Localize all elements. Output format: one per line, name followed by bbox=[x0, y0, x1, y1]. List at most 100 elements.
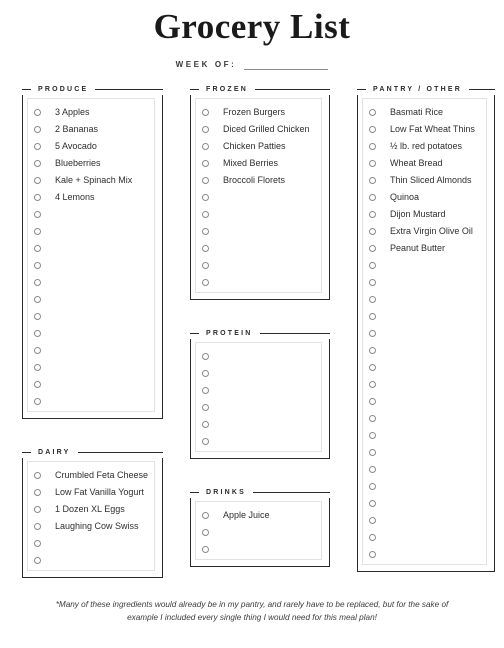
list-item[interactable]: 4 Lemons bbox=[23, 189, 162, 206]
list-item[interactable]: Peanut Butter bbox=[358, 240, 494, 257]
list-item[interactable]: Thin Sliced Almonds bbox=[358, 172, 494, 189]
checkbox-circle-icon[interactable] bbox=[34, 398, 41, 405]
checkbox-circle-icon[interactable] bbox=[369, 347, 376, 354]
checkbox-circle-icon[interactable] bbox=[34, 489, 41, 496]
checkbox-circle-icon[interactable] bbox=[369, 517, 376, 524]
checkbox-circle-icon[interactable] bbox=[369, 296, 376, 303]
list-item-blank[interactable] bbox=[23, 325, 162, 342]
checkbox-circle-icon[interactable] bbox=[369, 330, 376, 337]
list-item-blank[interactable] bbox=[23, 257, 162, 274]
checkbox-circle-icon[interactable] bbox=[202, 387, 209, 394]
checkbox-circle-icon[interactable] bbox=[34, 177, 41, 184]
list-item-blank[interactable] bbox=[23, 291, 162, 308]
checkbox-circle-icon[interactable] bbox=[202, 529, 209, 536]
list-item[interactable]: Chicken Patties bbox=[191, 138, 329, 155]
list-item-blank[interactable] bbox=[23, 552, 162, 569]
list-item-blank[interactable] bbox=[358, 393, 494, 410]
list-item-blank[interactable] bbox=[191, 524, 329, 541]
checkbox-circle-icon[interactable] bbox=[202, 177, 209, 184]
list-item-blank[interactable] bbox=[23, 308, 162, 325]
checkbox-circle-icon[interactable] bbox=[369, 177, 376, 184]
list-item[interactable]: ½ lb. red potatoes bbox=[358, 138, 494, 155]
checkbox-circle-icon[interactable] bbox=[369, 313, 376, 320]
list-item[interactable]: Basmati Rice bbox=[358, 104, 494, 121]
list-item-blank[interactable] bbox=[191, 382, 329, 399]
checkbox-circle-icon[interactable] bbox=[369, 398, 376, 405]
checkbox-circle-icon[interactable] bbox=[369, 500, 376, 507]
list-item-blank[interactable] bbox=[191, 433, 329, 450]
list-item[interactable]: Blueberries bbox=[23, 155, 162, 172]
list-item[interactable]: Apple Juice bbox=[191, 507, 329, 524]
list-item-blank[interactable] bbox=[23, 342, 162, 359]
checkbox-circle-icon[interactable] bbox=[202, 160, 209, 167]
checkbox-circle-icon[interactable] bbox=[202, 421, 209, 428]
checkbox-circle-icon[interactable] bbox=[369, 228, 376, 235]
checkbox-circle-icon[interactable] bbox=[369, 466, 376, 473]
list-item-blank[interactable] bbox=[358, 512, 494, 529]
checkbox-circle-icon[interactable] bbox=[202, 512, 209, 519]
checkbox-circle-icon[interactable] bbox=[369, 194, 376, 201]
checkbox-circle-icon[interactable] bbox=[369, 381, 376, 388]
list-item[interactable]: 5 Avocado bbox=[23, 138, 162, 155]
list-item[interactable]: Low Fat Wheat Thins bbox=[358, 121, 494, 138]
checkbox-circle-icon[interactable] bbox=[369, 143, 376, 150]
list-item-blank[interactable] bbox=[23, 223, 162, 240]
list-item[interactable]: 1 Dozen XL Eggs bbox=[23, 501, 162, 518]
checkbox-circle-icon[interactable] bbox=[34, 557, 41, 564]
list-item-blank[interactable] bbox=[191, 206, 329, 223]
checkbox-circle-icon[interactable] bbox=[34, 126, 41, 133]
checkbox-circle-icon[interactable] bbox=[202, 279, 209, 286]
list-item-blank[interactable] bbox=[358, 529, 494, 546]
checkbox-circle-icon[interactable] bbox=[34, 109, 41, 116]
checkbox-circle-icon[interactable] bbox=[34, 160, 41, 167]
checkbox-circle-icon[interactable] bbox=[34, 523, 41, 530]
list-item-blank[interactable] bbox=[23, 206, 162, 223]
list-item[interactable]: Kale + Spinach Mix bbox=[23, 172, 162, 189]
list-item-blank[interactable] bbox=[191, 240, 329, 257]
list-item[interactable]: Frozen Burgers bbox=[191, 104, 329, 121]
list-item[interactable]: Extra Virgin Olive Oil bbox=[358, 223, 494, 240]
checkbox-circle-icon[interactable] bbox=[202, 143, 209, 150]
checkbox-circle-icon[interactable] bbox=[369, 534, 376, 541]
checkbox-circle-icon[interactable] bbox=[34, 211, 41, 218]
checkbox-circle-icon[interactable] bbox=[34, 279, 41, 286]
list-item-blank[interactable] bbox=[358, 495, 494, 512]
checkbox-circle-icon[interactable] bbox=[202, 245, 209, 252]
checkbox-circle-icon[interactable] bbox=[34, 313, 41, 320]
checkbox-circle-icon[interactable] bbox=[34, 296, 41, 303]
list-item-blank[interactable] bbox=[191, 541, 329, 558]
checkbox-circle-icon[interactable] bbox=[34, 245, 41, 252]
list-item-blank[interactable] bbox=[191, 274, 329, 291]
checkbox-circle-icon[interactable] bbox=[34, 228, 41, 235]
checkbox-circle-icon[interactable] bbox=[202, 353, 209, 360]
list-item[interactable]: 2 Bananas bbox=[23, 121, 162, 138]
list-item-blank[interactable] bbox=[358, 410, 494, 427]
checkbox-circle-icon[interactable] bbox=[369, 262, 376, 269]
list-item-blank[interactable] bbox=[23, 240, 162, 257]
list-item[interactable]: Low Fat Vanilla Yogurt bbox=[23, 484, 162, 501]
list-item-blank[interactable] bbox=[191, 399, 329, 416]
checkbox-circle-icon[interactable] bbox=[202, 262, 209, 269]
checkbox-circle-icon[interactable] bbox=[34, 330, 41, 337]
checkbox-circle-icon[interactable] bbox=[369, 126, 376, 133]
list-item[interactable]: Mixed Berries bbox=[191, 155, 329, 172]
checkbox-circle-icon[interactable] bbox=[202, 546, 209, 553]
checkbox-circle-icon[interactable] bbox=[202, 211, 209, 218]
list-item[interactable]: Wheat Bread bbox=[358, 155, 494, 172]
checkbox-circle-icon[interactable] bbox=[34, 364, 41, 371]
list-item-blank[interactable] bbox=[23, 535, 162, 552]
list-item[interactable]: Quinoa bbox=[358, 189, 494, 206]
list-item-blank[interactable] bbox=[358, 546, 494, 563]
list-item-blank[interactable] bbox=[358, 376, 494, 393]
list-item[interactable]: Crumbled Feta Cheese bbox=[23, 467, 162, 484]
checkbox-circle-icon[interactable] bbox=[369, 483, 376, 490]
list-item-blank[interactable] bbox=[358, 444, 494, 461]
checkbox-circle-icon[interactable] bbox=[34, 472, 41, 479]
list-item-blank[interactable] bbox=[191, 223, 329, 240]
checkbox-circle-icon[interactable] bbox=[369, 211, 376, 218]
checkbox-circle-icon[interactable] bbox=[202, 126, 209, 133]
list-item-blank[interactable] bbox=[23, 393, 162, 410]
checkbox-circle-icon[interactable] bbox=[34, 540, 41, 547]
list-item-blank[interactable] bbox=[23, 274, 162, 291]
checkbox-circle-icon[interactable] bbox=[202, 404, 209, 411]
